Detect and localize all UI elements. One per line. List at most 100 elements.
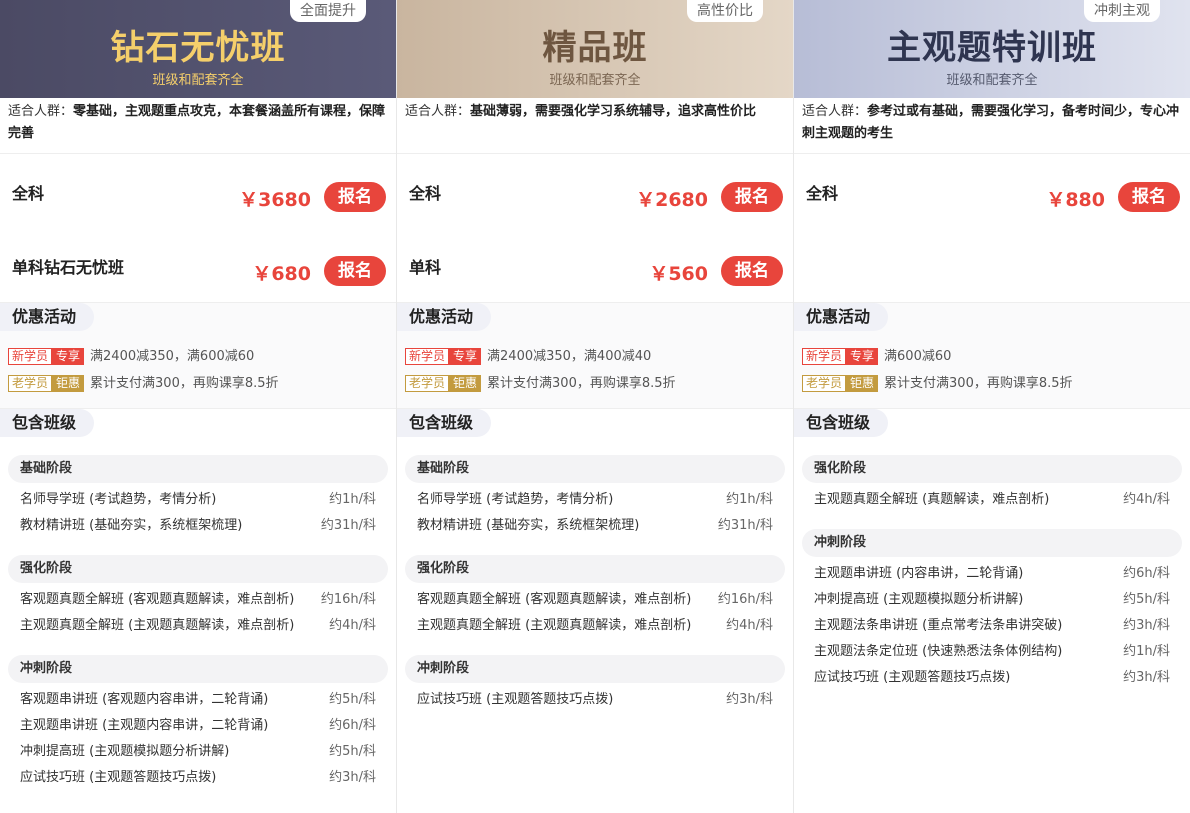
course-item: 应试技巧班 (主观题答题技巧点拨) 约3h/科 [405,687,785,713]
enroll-button[interactable]: 报名 [324,256,386,286]
course-item: 客观题串讲班 (客观题内容串讲，二轮背诵) 约5h/科 [8,687,388,713]
course-name: 主观题真题全解班 (主观题真题解读，难点剖析) [417,618,692,633]
promotion-line: 新学员 专享 满2400减350，满400减40 [405,348,651,365]
price-row: 单科钻石无忧班 ￥680 报名 [0,228,396,302]
course-hours: 约5h/科 [329,744,376,759]
course-name: 客观题真题全解班 (客观题真题解读，难点剖析) [417,592,692,607]
course-item: 主观题真题全解班 (真题解读，难点剖析) 约4h/科 [802,487,1182,513]
price-row: 全科 ￥2680 报名 [397,154,793,228]
package-tag-badge: 全面提升 [290,0,366,22]
badge-audience: 老学员 [405,375,450,392]
stage-group: 冲刺阶段 应试技巧班 (主观题答题技巧点拨) 约3h/科 [405,655,785,713]
course-item: 主观题法条定位班 (快速熟悉法条体例结构) 约1h/科 [802,639,1182,665]
promotion-text: 满2400减350，满600减60 [90,349,255,364]
promotion-heading: 优惠活动 [0,303,95,331]
course-hours: 约31h/科 [320,518,376,533]
course-hours: 约3h/科 [1123,618,1170,633]
course-item: 名师导学班 (考试趋势，考情分析) 约1h/科 [405,487,785,513]
course-item: 主观题真题全解班 (主观题真题解读，难点剖析) 约4h/科 [8,613,388,639]
price-option-name: 单科 [409,258,442,277]
course-hours: 约3h/科 [726,692,773,707]
course-name: 应试技巧班 (主观题答题技巧点拨) [20,770,217,785]
course-hours: 约5h/科 [1123,592,1170,607]
course-item: 冲刺提高班 (主观题模拟题分析讲解) 约5h/科 [8,739,388,765]
included-classes-section: 包含班级 基础阶段 名师导学班 (考试趋势，考情分析) 约1h/科 教材精讲班 (基础夯… [0,409,396,791]
course-hours: 约4h/科 [726,618,773,633]
promotion-line: 老学员 钜惠 累计支付满300，再购课享8.5折 [8,375,279,392]
badge-benefit: 钜惠 [846,375,879,392]
course-hours: 约6h/科 [329,718,376,733]
stage-heading: 冲刺阶段 [802,529,1182,557]
promotion-line: 老学员 钜惠 累计支付满300，再购课享8.5折 [405,375,676,392]
price-row: 全科 ￥880 报名 [794,154,1190,228]
course-hours: 约3h/科 [329,770,376,785]
price-section: 全科 ￥3680 报名 单科钻石无忧班 ￥680 报名 [0,154,396,303]
course-item: 主观题串讲班 (内容串讲，二轮背诵) 约6h/科 [802,561,1182,587]
course-item: 冲刺提高班 (主观题模拟题分析讲解) 约5h/科 [802,587,1182,613]
stage-list: 基础阶段 名师导学班 (考试趋势，考情分析) 约1h/科 教材精讲班 (基础夯实，系统… [397,437,793,713]
course-list: 客观题真题全解班 (客观题真题解读，难点剖析) 约16h/科主观题真题全解班 (主… [405,583,785,639]
course-item: 客观题真题全解班 (客观题真题解读，难点剖析) 约16h/科 [405,587,785,613]
course-name: 客观题真题全解班 (客观题真题解读，难点剖析) [20,592,295,607]
price-value: ￥2680 [636,189,708,211]
course-item: 应试技巧班 (主观题答题技巧点拨) 约3h/科 [802,665,1182,691]
course-hours: 约3h/科 [1123,670,1170,685]
enroll-button[interactable]: 报名 [1118,182,1180,212]
course-hours: 约1h/科 [329,492,376,507]
enroll-button[interactable]: 报名 [721,182,783,212]
course-hours: 约4h/科 [1123,492,1170,507]
price-option-name: 全科 [409,184,442,203]
enroll-button[interactable]: 报名 [324,182,386,212]
package-subtitle: 班级和配套齐全 [946,73,1038,88]
course-list: 名师导学班 (考试趋势，考情分析) 约1h/科 教材精讲班 (基础夯实，系统框架梳理… [8,483,388,539]
course-list: 应试技巧班 (主观题答题技巧点拨) 约3h/科 [405,683,785,713]
stage-list: 强化阶段 主观题真题全解班 (真题解读，难点剖析) 约4h/科冲刺阶段主观题串讲班 … [794,437,1190,691]
price-value: ￥680 [252,263,311,285]
price-row: 全科 ￥3680 报名 [0,154,396,228]
promotion-section: 优惠活动新学员 专享 满2400减350，满400减40 老学员 钜惠 累计支付满300，… [397,303,793,409]
target-audience-label: 适合人群： [8,104,74,119]
course-item: 主观题串讲班 (主观题内容串讲，二轮背诵) 约6h/科 [8,713,388,739]
course-list: 客观题真题全解班 (客观题真题解读，难点剖析) 约16h/科 主观题真题全解班 (主… [8,583,388,639]
stage-heading: 基础阶段 [8,455,388,483]
course-name: 主观题串讲班 (主观题内容串讲，二轮背诵) [20,718,269,733]
course-list: 名师导学班 (考试趋势，考情分析) 约1h/科 教材精讲班 (基础夯实，系统框架梳理… [405,483,785,539]
badge-audience: 新学员 [405,348,450,365]
package-tag-badge: 高性价比 [687,0,763,22]
returning-student-badge: 老学员 钜惠 [8,375,85,392]
package-comparison: 全面提升 钻石无忧班 班级和配套齐全 适合人群：零基础，主观题重点攻克，本套餐涵盖所有… [0,0,1190,813]
stage-group: 强化阶段 客观题真题全解班 (客观题真题解读，难点剖析) 约16h/科 主观题真题全解… [8,555,388,639]
course-name: 冲刺提高班 (主观题模拟题分析讲解) [814,592,1024,607]
enroll-button[interactable]: 报名 [721,256,783,286]
course-hours: 约6h/科 [1123,566,1170,581]
target-audience: 适合人群：零基础，主观题重点攻克，本套餐涵盖所有课程，保障完善 [0,98,396,154]
badge-benefit: 钜惠 [52,375,85,392]
price-section: 全科 ￥880 报名 [794,154,1190,303]
price-value: ￥880 [1046,189,1105,211]
course-name: 客观题串讲班 (客观题内容串讲，二轮背诵) [20,692,269,707]
course-hours: 约16h/科 [717,592,773,607]
stage-list: 基础阶段 名师导学班 (考试趋势，考情分析) 约1h/科 教材精讲班 (基础夯实，系统… [0,437,396,791]
course-item: 主观题真题全解班 (主观题真题解读，难点剖析) 约4h/科 [405,613,785,639]
course-name: 教材精讲班 (基础夯实，系统框架梳理) [20,518,243,533]
returning-student-badge: 老学员 钜惠 [802,375,879,392]
promotion-heading: 优惠活动 [397,303,492,331]
course-name: 应试技巧班 (主观题答题技巧点拨) [814,670,1011,685]
stage-group: 基础阶段 名师导学班 (考试趋势，考情分析) 约1h/科 教材精讲班 (基础夯实，系统… [405,455,785,539]
price-option-name: 全科 [806,184,839,203]
price-row: 单科 ￥560 报名 [397,228,793,302]
promotion-line: 新学员 专享 满600减60 [802,348,951,365]
stage-group: 基础阶段 名师导学班 (考试趋势，考情分析) 约1h/科 教材精讲班 (基础夯实，系统… [8,455,388,539]
stage-heading: 强化阶段 [405,555,785,583]
package-banner: 冲刺主观 主观题特训班 班级和配套齐全 [794,0,1190,98]
included-classes-section: 包含班级 基础阶段 名师导学班 (考试趋势，考情分析) 约1h/科 教材精讲班 (基础夯… [397,409,793,713]
promotion-line: 老学员 钜惠 累计支付满300，再购课享8.5折 [802,375,1073,392]
badge-benefit: 钜惠 [449,375,482,392]
target-audience-label: 适合人群： [405,104,471,119]
promotion-text: 满600减60 [884,349,952,364]
promotion-text: 累计支付满300，再购课享8.5折 [90,376,279,391]
badge-benefit: 专享 [846,348,879,365]
stage-heading: 强化阶段 [8,555,388,583]
course-hours: 约31h/科 [717,518,773,533]
stage-group: 强化阶段 主观题真题全解班 (真题解读，难点剖析) 约4h/科 [802,455,1182,513]
